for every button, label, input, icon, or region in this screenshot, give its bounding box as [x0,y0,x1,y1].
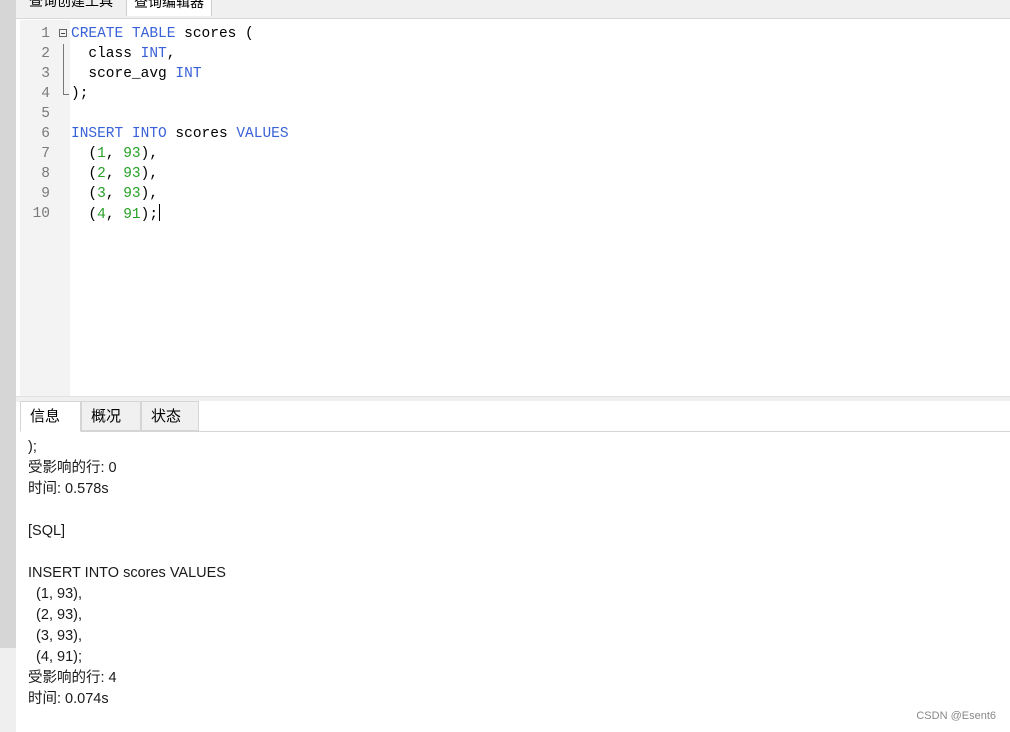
line-number: 9 [41,186,50,202]
code-text: (2, 93), [71,166,159,182]
message-line: [SQL] [28,523,66,539]
code-line[interactable]: 10 (4, 91); [20,204,1010,224]
code-line[interactable]: 8 (2, 93), [20,164,1010,184]
line-number: 2 [41,46,50,62]
message-line: ); [28,439,37,455]
text-cursor [159,204,161,221]
line-number: 3 [41,66,50,82]
code-text: CREATE TABLE scores ( [71,26,254,42]
fold-guide-icon [57,44,71,64]
tab-overview[interactable]: 概况 [81,401,141,431]
tab-info[interactable]: 信息 [20,401,81,432]
code-text: (3, 93), [71,186,159,202]
message-line: 受影响的行: 0 [28,460,117,476]
message-line: (4, 91); [28,649,82,665]
result-tab-bar: 信息 概况 状态 [20,401,1010,432]
fold-toggle-icon[interactable] [57,24,71,44]
code-text: class INT, [71,46,176,62]
watermark: CSDN @Esent6 [916,710,996,722]
fold-guide-icon [57,84,71,104]
tab-query-builder[interactable]: 查询创建工具 [22,0,120,16]
message-line: (2, 93), [28,607,82,623]
line-number: 7 [41,146,50,162]
message-line: (3, 93), [28,628,82,644]
code-line[interactable]: 1 CREATE TABLE scores ( [20,24,1010,44]
line-number: 10 [32,206,50,222]
line-number: 1 [41,26,50,42]
message-line: 受影响的行: 4 [28,670,117,686]
code-text: (1, 93), [71,146,159,162]
code-line[interactable]: 3 score_avg INT [20,64,1010,84]
editor-tab-bar: 查询创建工具 查询编辑器 [16,0,1010,19]
message-line: 时间: 0.578s [28,481,109,497]
code-line[interactable]: 4); [20,84,1010,104]
tab-status[interactable]: 状态 [141,401,199,431]
code-text: score_avg INT [71,66,202,82]
code-text: ); [71,86,89,102]
line-number: 4 [41,86,50,102]
code-line[interactable]: 2 class INT, [20,44,1010,64]
code-line[interactable]: 7 (1, 93), [20,144,1010,164]
message-line: INSERT INTO scores VALUES [28,565,226,581]
code-line[interactable]: 9 (3, 93), [20,184,1010,204]
line-number: 6 [41,126,50,142]
message-line: (1, 93), [28,586,82,602]
left-panel-edge-lower [0,648,16,732]
fold-guide-icon [57,64,71,84]
code-text: INSERT INTO scores VALUES [71,126,289,142]
line-number: 8 [41,166,50,182]
tab-query-editor[interactable]: 查询编辑器 [126,0,212,16]
code-text: (4, 91); [71,204,161,225]
message-line: 时间: 0.074s [28,691,109,707]
line-number: 5 [41,106,50,122]
sql-editor[interactable]: 1 CREATE TABLE scores (2 class INT, 3 scor… [20,20,1010,396]
code-line[interactable]: 5 [20,104,1010,124]
code-line[interactable]: 6 INSERT INTO scores VALUES [20,124,1010,144]
left-panel-edge [0,0,16,648]
